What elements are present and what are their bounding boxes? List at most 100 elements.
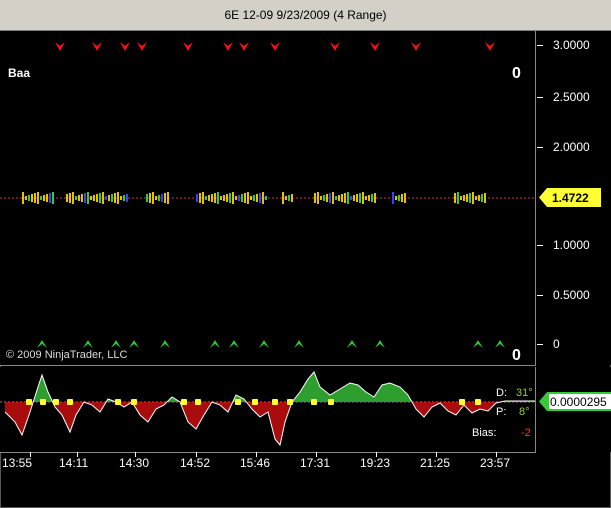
oscillator-fill <box>5 372 535 445</box>
current-price-marker: 1.4722 <box>539 188 601 207</box>
x-tick-label: 13:55 <box>2 456 33 470</box>
y-tick <box>537 45 543 46</box>
range-bar <box>259 193 261 203</box>
sell-arrow <box>485 42 495 51</box>
range-bar <box>371 194 373 202</box>
range-bar <box>158 195 160 201</box>
range-bar <box>78 195 80 201</box>
range-bar <box>111 194 113 202</box>
x-tick-label: 21:25 <box>420 456 451 470</box>
range-bar <box>374 193 376 203</box>
bottom-signal-count: 0 <box>512 347 521 364</box>
range-bar <box>484 193 486 203</box>
buy-arrow <box>229 340 239 348</box>
oscillator-dot <box>272 399 278 405</box>
y-tick <box>537 344 543 345</box>
range-bar <box>105 196 107 200</box>
range-bar <box>472 192 474 204</box>
price-plot <box>0 42 535 348</box>
range-bar <box>229 193 231 203</box>
range-bar <box>392 192 394 204</box>
current-oscillator-marker: 0.0000295 <box>539 392 611 411</box>
range-bar <box>208 195 210 201</box>
oscillator-dot <box>115 399 121 405</box>
current-price-text: 1.4722 <box>552 191 589 205</box>
buy-arrow <box>375 340 385 348</box>
top-signal-count: 0 <box>512 65 521 82</box>
oscillator-panel[interactable]: D: 31° P: 8° Bias: -2 <box>0 367 536 453</box>
range-bar <box>282 192 284 204</box>
range-bar <box>161 194 163 202</box>
sell-signals <box>55 42 495 51</box>
range-bar <box>262 192 264 204</box>
y-tick-label: 3.0000 <box>553 38 590 52</box>
range-bar <box>214 193 216 203</box>
oscillator-dot <box>131 399 137 405</box>
x-tick-label: 19:23 <box>360 456 391 470</box>
range-bar <box>43 195 45 201</box>
legend-p-value: 8° <box>519 406 530 418</box>
range-bar <box>40 196 42 200</box>
oscillator-dot <box>235 399 241 405</box>
range-bar <box>108 195 110 201</box>
range-bar <box>28 195 30 201</box>
oscillator-dot <box>53 399 59 405</box>
range-bar <box>478 195 480 201</box>
range-bar <box>22 192 24 204</box>
range-bar <box>87 192 89 204</box>
sell-arrow <box>92 42 102 51</box>
range-bar <box>238 195 240 201</box>
range-bar <box>69 193 71 203</box>
range-bar <box>347 192 349 204</box>
oscillator-dot <box>67 399 73 405</box>
window-title: 6E 12-09 9/23/2009 (4 Range) <box>0 0 611 31</box>
x-tick-label: 14:52 <box>180 456 211 470</box>
y-tick <box>537 295 543 296</box>
range-bar <box>401 194 403 202</box>
buy-arrow <box>473 340 483 348</box>
range-bar <box>211 194 213 202</box>
buy-signals <box>37 340 505 348</box>
range-bar <box>31 194 33 202</box>
sell-arrow <box>370 42 380 51</box>
range-bar <box>398 195 400 201</box>
range-bar <box>285 196 287 200</box>
range-bar <box>232 192 234 204</box>
range-bar <box>247 192 249 204</box>
range-bar <box>460 196 462 200</box>
range-bar <box>368 195 370 201</box>
range-bar <box>102 192 104 204</box>
range-bar <box>404 193 406 203</box>
range-bar <box>463 195 465 201</box>
price-panel[interactable]: Baa 0 0 © 2009 NinjaTrader, LLC <box>0 31 536 366</box>
range-bar <box>323 195 325 201</box>
range-bar <box>326 194 328 202</box>
sell-arrow <box>120 42 130 51</box>
range-bar <box>469 193 471 203</box>
range-bar <box>356 194 358 202</box>
range-bar <box>329 193 331 203</box>
buy-arrow <box>83 340 93 348</box>
range-bar <box>359 193 361 203</box>
range-bar <box>46 194 48 202</box>
range-bar <box>146 194 148 202</box>
range-bar <box>253 195 255 201</box>
range-bar <box>164 193 166 203</box>
sell-arrow <box>183 42 193 51</box>
indicator-label: Baa <box>8 66 31 80</box>
range-bar <box>34 193 36 203</box>
oscillator-dot <box>181 399 187 405</box>
oscillator-dot <box>252 399 258 405</box>
copyright-text: © 2009 NinjaTrader, LLC <box>6 349 128 361</box>
buy-arrow <box>37 340 47 348</box>
range-bar <box>126 194 128 202</box>
range-bar <box>475 196 477 200</box>
range-bar <box>481 194 483 202</box>
x-tick-label: 14:30 <box>119 456 150 470</box>
range-bar <box>332 192 334 204</box>
buy-arrow <box>160 340 170 348</box>
range-bar <box>344 193 346 203</box>
oscillator-dot <box>287 399 293 405</box>
range-bar <box>454 193 456 203</box>
range-bar <box>167 192 169 204</box>
